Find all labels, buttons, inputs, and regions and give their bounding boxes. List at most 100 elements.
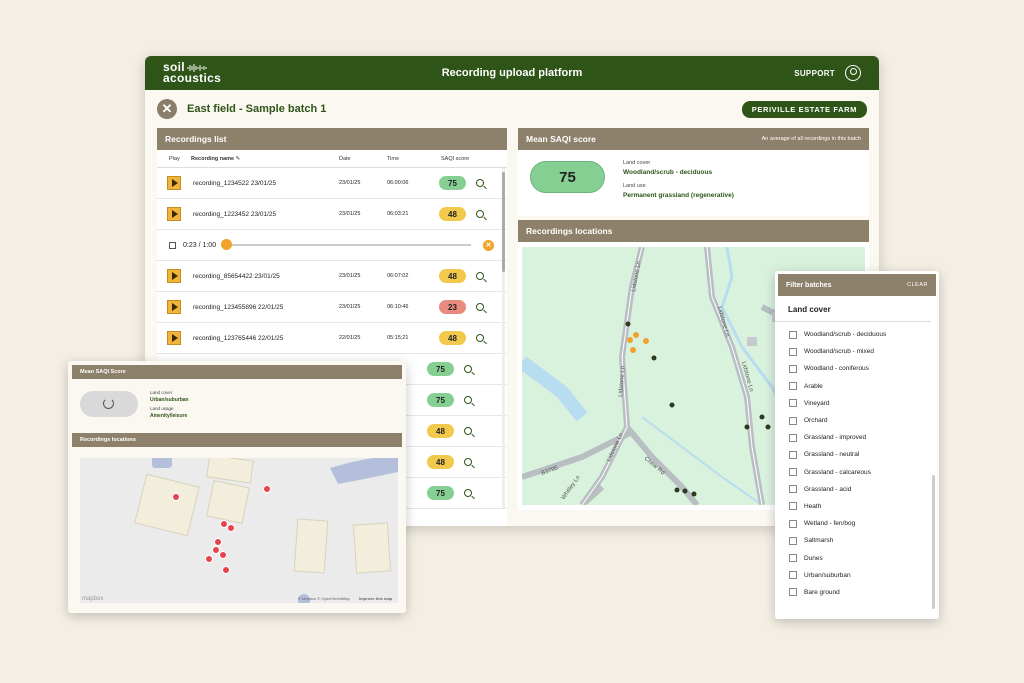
map-marker[interactable] [625, 321, 631, 327]
player-progress-knob[interactable] [221, 239, 233, 250]
farm-button[interactable]: PERIVILLE ESTATE FARM [741, 100, 867, 118]
map-marker[interactable] [651, 355, 657, 361]
recording-row[interactable]: recording_123455896 22/01/25 23/01/25 06:1… [157, 292, 507, 323]
zoom-in-icon[interactable] [464, 458, 472, 466]
filter-checkbox[interactable] [789, 450, 797, 459]
filter-option[interactable]: Grassland - neutral [775, 446, 939, 463]
play-icon[interactable] [167, 176, 181, 190]
filter-option[interactable]: Saltmarsh [775, 532, 939, 549]
filter-option[interactable]: Vineyard [775, 395, 939, 412]
urban-map[interactable]: mapbox © Mapbox © OpenStreetMap Improve … [80, 458, 398, 603]
map-marker[interactable] [759, 414, 765, 420]
map-marker[interactable] [691, 491, 697, 497]
filter-option[interactable]: Bare ground [775, 584, 939, 601]
filter-option[interactable]: Wetland - fen/bog [775, 515, 939, 532]
filter-checkbox[interactable] [789, 330, 797, 339]
map-marker[interactable] [263, 485, 271, 493]
play-icon[interactable] [167, 207, 181, 221]
edit-icon[interactable]: ✎ [236, 156, 241, 162]
filter-option[interactable]: Woodland/scrub - mixed [775, 343, 939, 360]
audio-player[interactable]: 0:23 / 1:00 ✕ [157, 230, 507, 261]
map-marker[interactable] [674, 487, 680, 493]
map-marker[interactable] [172, 493, 180, 501]
map-marker[interactable] [643, 338, 649, 344]
map-marker[interactable] [219, 551, 227, 559]
map-marker[interactable] [222, 566, 230, 574]
filter-option[interactable]: Orchard [775, 412, 939, 429]
filter-checkbox[interactable] [789, 588, 797, 597]
filter-option[interactable]: Woodland/scrub - deciduous [775, 326, 939, 343]
filter-checkbox[interactable] [789, 485, 797, 494]
recording-row[interactable]: recording_1223452 23/01/25 23/01/25 06:03:… [157, 199, 507, 230]
close-batch-button[interactable]: ✕ [157, 99, 177, 119]
close-player-icon[interactable]: ✕ [483, 239, 495, 251]
player-time: 0:23 / 1:00 [183, 241, 217, 249]
filter-option[interactable]: Urban/suburban [775, 567, 939, 584]
filter-checkbox[interactable] [789, 399, 797, 408]
map-marker[interactable] [212, 546, 220, 554]
filter-checkbox[interactable] [789, 382, 797, 391]
filter-checkbox[interactable] [789, 502, 797, 511]
map-marker[interactable] [227, 524, 235, 532]
recording-row[interactable]: recording_123765446 22/01/25 22/01/25 05:1… [157, 323, 507, 354]
map-marker[interactable] [633, 332, 639, 338]
list-scrollbar-thumb[interactable] [502, 172, 505, 272]
filter-checkbox[interactable] [789, 468, 797, 477]
filter-option[interactable]: Dunes [775, 549, 939, 566]
zoom-in-icon[interactable] [476, 334, 484, 342]
map-marker[interactable] [765, 424, 771, 430]
map-marker[interactable] [744, 424, 750, 430]
recording-name: recording_123455896 22/01/25 [193, 303, 284, 311]
clear-filters-button[interactable]: CLEAR [907, 282, 928, 288]
map-attribution[interactable]: © Mapbox © OpenStreetMap [298, 596, 350, 601]
user-icon[interactable] [845, 65, 861, 81]
map-marker[interactable] [205, 555, 213, 563]
map-marker[interactable] [630, 347, 636, 353]
zoom-in-icon[interactable] [464, 396, 472, 404]
zoom-in-icon[interactable] [476, 303, 484, 311]
zoom-in-icon[interactable] [464, 489, 472, 497]
filter-option[interactable]: Woodland - coniferous [775, 360, 939, 377]
map-marker[interactable] [682, 488, 688, 494]
stop-icon[interactable] [169, 241, 176, 249]
filter-checkbox[interactable] [789, 433, 797, 442]
filter-checkbox[interactable] [789, 416, 797, 425]
play-icon[interactable] [167, 331, 181, 345]
map-marker[interactable] [627, 337, 633, 343]
filter-option[interactable]: Heath [775, 498, 939, 515]
recording-name: recording_123765446 22/01/25 [193, 334, 284, 342]
mean-score-panel: Mean SAQI score An average of all record… [518, 128, 869, 216]
zoom-in-icon[interactable] [476, 272, 484, 280]
col-name[interactable]: Recording name ✎ [191, 156, 339, 162]
map-marker[interactable] [214, 538, 222, 546]
zoom-in-icon[interactable] [476, 210, 484, 218]
filter-checkbox[interactable] [789, 347, 797, 356]
logo[interactable]: soil acoustics [163, 61, 221, 84]
recording-date: 23/01/25 [339, 273, 361, 279]
filter-option[interactable]: Arable [775, 378, 939, 395]
player-progress-track[interactable] [221, 239, 472, 250]
play-icon[interactable] [167, 269, 181, 283]
map-marker[interactable] [220, 520, 228, 528]
filter-checkbox[interactable] [789, 519, 797, 528]
filter-checkbox[interactable] [789, 364, 797, 373]
filter-option[interactable]: Grassland - acid [775, 481, 939, 498]
zoom-in-icon[interactable] [464, 365, 472, 373]
map-marker[interactable] [669, 402, 675, 408]
recording-row[interactable]: recording_1234522 23/01/25 23/01/25 06:00:… [157, 168, 507, 199]
filter-checkbox[interactable] [789, 554, 797, 563]
filter-option[interactable]: Grassland - calcareous [775, 464, 939, 481]
play-icon[interactable] [167, 300, 181, 314]
filter-scrollbar[interactable] [932, 475, 935, 609]
filter-checkbox[interactable] [789, 571, 797, 580]
filter-option[interactable]: Grassland - improved [775, 429, 939, 446]
recording-row[interactable]: recording_85654422 23/01/25 23/01/25 06:07… [157, 261, 507, 292]
mapbox-logo[interactable]: mapbox [82, 596, 103, 602]
recording-time: 05:15:21 [387, 335, 409, 341]
support-link[interactable]: SUPPORT [794, 69, 835, 78]
filter-checkbox[interactable] [789, 536, 797, 545]
zoom-in-icon[interactable] [476, 179, 484, 187]
recording-date: 23/01/25 [339, 304, 361, 310]
zoom-in-icon[interactable] [464, 427, 472, 435]
improve-map-link[interactable]: Improve this map [359, 596, 393, 601]
